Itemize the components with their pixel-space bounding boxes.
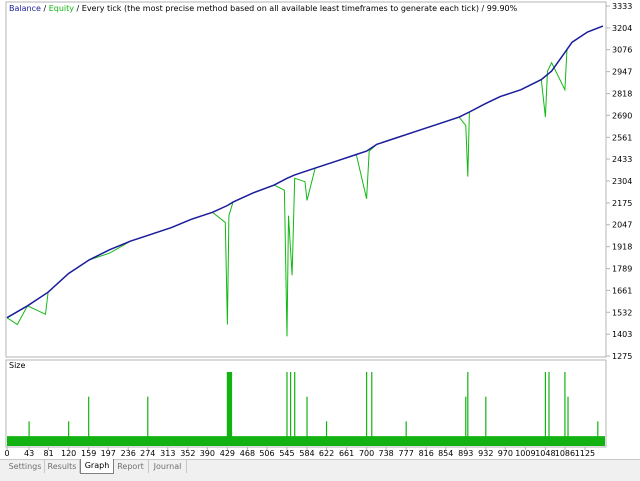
x-tick-label: 1048: [535, 449, 555, 458]
x-tick-label: 700: [359, 449, 374, 458]
y-tick-label: 1532: [612, 308, 632, 317]
x-tick-label: 236: [121, 449, 136, 458]
x-tick-label: 390: [200, 449, 215, 458]
x-tick-label: 506: [259, 449, 274, 458]
x-tick-label: 970: [498, 449, 513, 458]
x-tick-label: 159: [81, 449, 96, 458]
x-tick-label: 313: [160, 449, 175, 458]
x-tick-label: 429: [220, 449, 235, 458]
y-tick-label: 3076: [612, 46, 632, 55]
x-tick-label: 777: [399, 449, 414, 458]
x-tick-label: 468: [240, 449, 255, 458]
x-tick-label: 1086: [555, 449, 575, 458]
x-tick-label: 816: [419, 449, 434, 458]
x-tick-label: 622: [319, 449, 334, 458]
x-tick-label: 854: [438, 449, 453, 458]
y-tick-label: 1789: [612, 265, 632, 274]
x-tick-label: 120: [61, 449, 76, 458]
balance-legend-label: Balance: [9, 4, 41, 13]
x-tick-label: 1125: [575, 449, 595, 458]
x-axis: 0 43 81 120 159 197 236 274 313 352 390 429 468 506 54…: [4, 447, 595, 458]
y-tick-label: 2047: [612, 221, 632, 230]
x-tick-label: 1009: [515, 449, 535, 458]
tab-report[interactable]: Report: [113, 460, 149, 473]
size-baseline-band: [7, 436, 605, 446]
y-axis: 1275 1403 1532 1661 1789 1918 2047 2175 2304 2433…: [606, 2, 632, 361]
x-tick-label: 545: [279, 449, 294, 458]
tester-tab-bar: Settings Results Graph Report Journal: [0, 459, 640, 481]
x-tick-label: 738: [379, 449, 394, 458]
tab-settings[interactable]: Settings: [6, 460, 45, 473]
tab-results[interactable]: Results: [45, 460, 80, 473]
chart-header: Balance / Equity / Every tick (the most …: [9, 4, 518, 13]
size-plot-frame: [5, 359, 607, 448]
strategy-tester-graph: Balance / Equity / Every tick (the most …: [4, 1, 632, 458]
y-tick-label: 2175: [612, 199, 632, 208]
main-plot-frame: [5, 1, 607, 358]
y-tick-label: 2304: [612, 177, 632, 186]
y-tick-label: 2561: [612, 133, 632, 142]
x-tick-label: 274: [140, 449, 155, 458]
y-tick-label: 2947: [612, 68, 632, 77]
x-tick-label: 43: [24, 449, 34, 458]
x-tick-label: 893: [458, 449, 473, 458]
y-tick-label: 1918: [612, 243, 632, 252]
y-tick-label: 3204: [612, 24, 632, 33]
y-tick-label: 2433: [612, 155, 632, 164]
equity-legend-label: Equity: [49, 4, 75, 13]
y-tick-label: 1403: [612, 330, 632, 339]
x-tick-label: 584: [299, 449, 314, 458]
x-tick-label: 0: [4, 449, 9, 458]
y-tick-label: 1275: [612, 352, 632, 361]
x-tick-label: 932: [478, 449, 493, 458]
y-tick-label: 2818: [612, 90, 632, 99]
x-tick-label: 197: [101, 449, 116, 458]
x-tick-label: 352: [180, 449, 195, 458]
x-tick-label: 81: [44, 449, 54, 458]
x-tick-label: 661: [339, 449, 354, 458]
size-panel-label: Size: [9, 361, 26, 370]
test-description: / Every tick (the most precise method ba…: [74, 4, 518, 13]
legend-separator: /: [41, 4, 49, 13]
tab-journal[interactable]: Journal: [149, 460, 187, 473]
y-tick-label: 1661: [612, 286, 632, 295]
y-tick-label: 3333: [612, 2, 632, 11]
tab-graph[interactable]: Graph: [80, 459, 114, 474]
y-tick-label: 2690: [612, 111, 632, 120]
